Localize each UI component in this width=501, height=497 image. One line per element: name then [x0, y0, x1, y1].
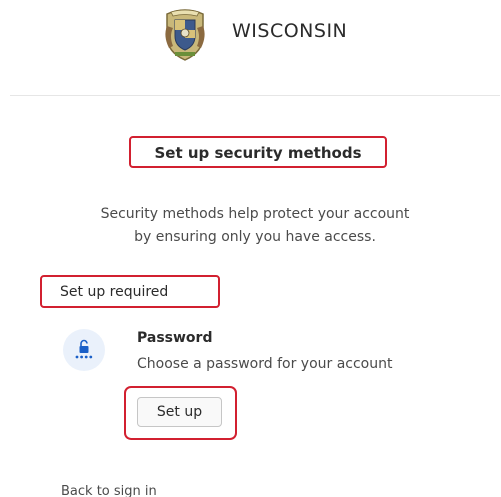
- signin-page: WISCONSIN Set up security methods Securi…: [0, 0, 501, 497]
- section-label-highlight: Set up required: [40, 275, 220, 308]
- back-to-sign-in-link[interactable]: Back to sign in: [61, 484, 157, 497]
- method-description-password: Choose a password for your account: [137, 356, 393, 372]
- page-title-highlight: Set up security methods: [129, 136, 387, 168]
- description-line-2: by ensuring only you have access.: [134, 229, 376, 245]
- header-divider: [10, 95, 500, 96]
- description-line-1: Security methods help protect your accou…: [100, 206, 410, 222]
- page-title: Set up security methods: [154, 144, 362, 162]
- password-lock-icon: [75, 339, 93, 359]
- header: WISCONSIN: [0, 0, 501, 90]
- method-name-password: Password: [137, 330, 213, 346]
- brand-title: WISCONSIN: [232, 20, 348, 42]
- page-description: Security methods help protect your accou…: [40, 203, 470, 249]
- setup-password-button[interactable]: Set up: [137, 397, 222, 427]
- password-method-icon: [63, 329, 105, 371]
- section-label: Set up required: [60, 284, 169, 300]
- wisconsin-state-seal-icon: [165, 9, 205, 61]
